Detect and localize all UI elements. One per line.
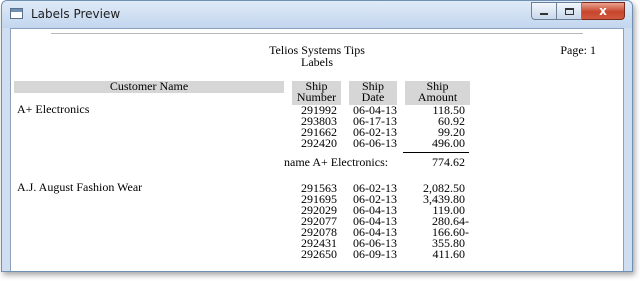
ship-date: 06-06-13	[353, 136, 397, 150]
close-button[interactable]: x	[582, 2, 625, 20]
minimize-button[interactable]	[531, 2, 557, 20]
maximize-icon	[564, 7, 574, 15]
report-icon	[10, 8, 23, 19]
ship-number: 292650	[301, 247, 337, 261]
close-icon: x	[599, 4, 607, 18]
column-header-ship-date: Ship Date	[349, 80, 397, 105]
ship-number: 292420	[301, 136, 337, 150]
customer-name: A+ Electronics	[17, 102, 90, 116]
ship-date-line2: Date	[361, 90, 385, 104]
report-subtitle: Labels	[301, 55, 333, 69]
column-header-ship-amount: Ship Amount	[405, 80, 470, 105]
labels-preview-window: Labels Preview x Telios Systems Tips Lab…	[1, 0, 633, 272]
report-page: Telios Systems Tips Labels Page: 1 Custo…	[11, 29, 623, 271]
ship-amount: 411.60	[432, 247, 465, 261]
ship-amount-line2: Amount	[417, 90, 458, 104]
report-preview-area[interactable]: Telios Systems Tips Labels Page: 1 Custo…	[10, 28, 624, 271]
customer-name: A.J. August Fashion Wear	[17, 180, 143, 194]
caption-buttons: x	[531, 2, 625, 21]
subtotal-label: name A+ Electronics:	[284, 155, 389, 169]
title-bar[interactable]: Labels Preview x	[2, 1, 632, 28]
page-number: Page: 1	[560, 43, 596, 57]
column-header-customer-label: Customer Name	[109, 79, 189, 93]
column-header-customer: Customer Name	[14, 79, 284, 93]
window-title: Labels Preview	[31, 7, 121, 21]
page-top-rule	[51, 33, 583, 34]
subtotal-rule	[403, 152, 469, 153]
subtotal-amount: 774.62	[432, 155, 465, 169]
ship-date: 06-09-13	[353, 247, 397, 261]
minimize-icon	[540, 13, 548, 15]
ship-amount: 496.00	[432, 136, 465, 150]
ship-number-line2: Number	[296, 90, 337, 104]
column-header-ship-number: Ship Number	[292, 80, 341, 105]
maximize-button[interactable]	[557, 2, 582, 20]
